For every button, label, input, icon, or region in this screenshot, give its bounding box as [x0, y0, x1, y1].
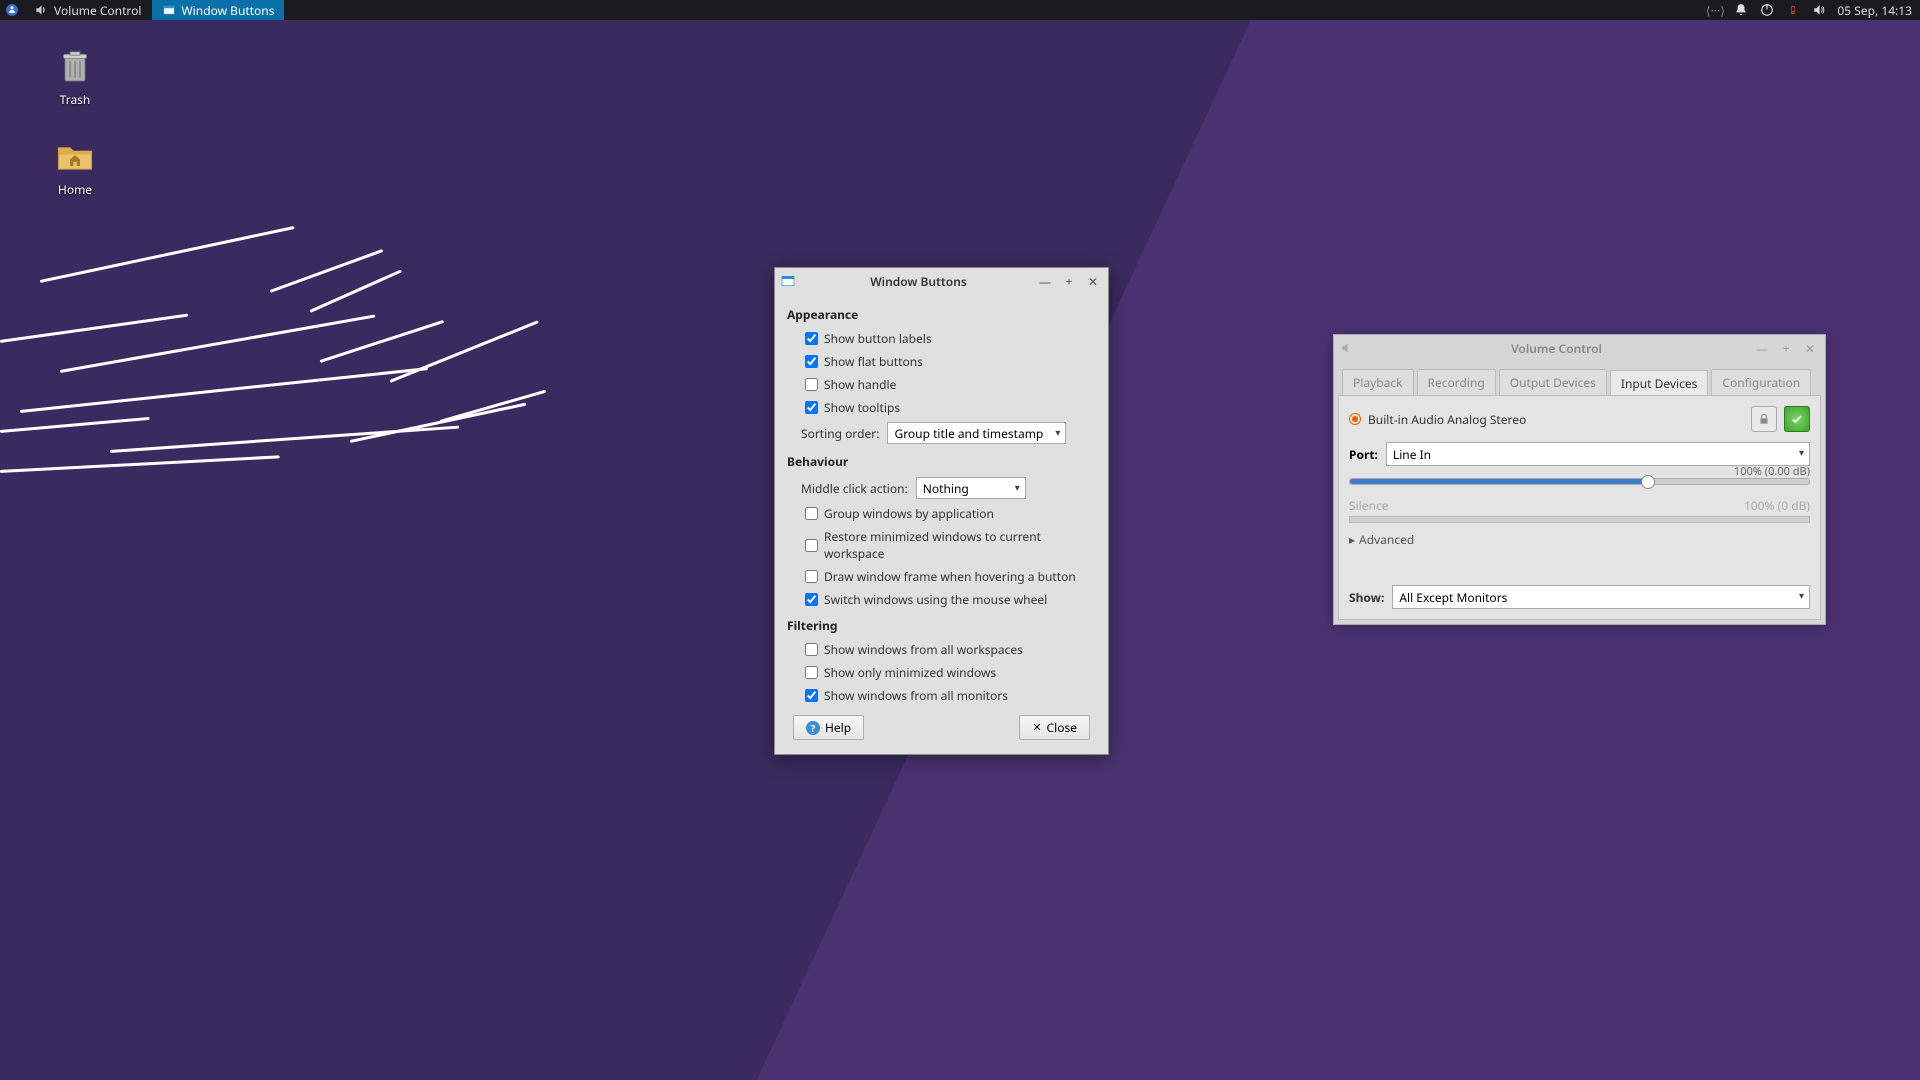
silence-label-right: 100% (0 dB) [1744, 497, 1810, 514]
maximize-button[interactable]: + [1779, 341, 1793, 355]
port-label: Port: [1349, 446, 1378, 463]
speaker-icon [34, 3, 48, 17]
close-window-button[interactable]: ✕ [1086, 274, 1100, 288]
titlebar[interactable]: Window Buttons — + ✕ [775, 268, 1108, 294]
close-button[interactable]: ✕ Close [1019, 715, 1090, 740]
desktop-icon-home[interactable]: Home [30, 135, 120, 198]
set-default-button[interactable] [1784, 406, 1810, 432]
checkbox-show-handle[interactable]: Show handle [805, 373, 1096, 396]
checkbox-show-tooltips[interactable]: Show tooltips [805, 396, 1096, 419]
volume-tray-icon[interactable] [1811, 2, 1827, 18]
volume-readout: 100% (0.00 dB) [1734, 464, 1810, 479]
window-title: Window Buttons [803, 273, 1034, 290]
start-menu-button[interactable] [0, 0, 24, 20]
titlebar[interactable]: Volume Control — + ✕ [1334, 335, 1825, 361]
checkbox-all-monitors[interactable]: Show windows from all monitors [805, 684, 1096, 707]
speaker-icon [1338, 339, 1356, 357]
battery-warning-icon[interactable] [1785, 2, 1801, 18]
level-meter [1349, 516, 1810, 523]
middle-click-select[interactable]: Nothing [916, 477, 1026, 499]
port-select[interactable]: Line In [1386, 442, 1810, 466]
minimize-button[interactable]: — [1755, 341, 1769, 355]
section-heading-filtering: Filtering [787, 617, 1096, 634]
minimize-button[interactable]: — [1038, 274, 1052, 288]
tab-configuration[interactable]: Configuration [1711, 369, 1811, 395]
tab-recording[interactable]: Recording [1417, 369, 1496, 395]
sorting-order-label: Sorting order: [801, 425, 879, 442]
advanced-expander[interactable]: ▸ Advanced [1349, 531, 1810, 548]
show-label: Show: [1349, 589, 1384, 606]
device-name: Built-in Audio Analog Stereo [1368, 411, 1744, 428]
section-heading-appearance: Appearance [787, 306, 1096, 323]
maximize-button[interactable]: + [1062, 274, 1076, 288]
show-select[interactable]: All Except Monitors [1392, 585, 1810, 609]
help-button[interactable]: ? Help [793, 715, 864, 740]
checkbox-restore-minimized[interactable]: Restore minimized windows to current wor… [805, 525, 1096, 565]
window-title: Volume Control [1362, 340, 1751, 357]
desktop-icon-label: Trash [30, 91, 120, 108]
checkbox-draw-frame-hover[interactable]: Draw window frame when hovering a button [805, 565, 1096, 588]
lock-icon [1757, 412, 1771, 426]
checkbox-all-workspaces[interactable]: Show windows from all workspaces [805, 638, 1096, 661]
check-icon [1790, 412, 1804, 426]
top-panel: Volume Control Window Buttons ⟨···⟩ 05 S… [0, 0, 1920, 20]
help-icon: ? [806, 721, 820, 735]
window-icon [779, 272, 797, 290]
tab-playback[interactable]: Playback [1342, 369, 1414, 395]
checkbox-only-minimized[interactable]: Show only minimized windows [805, 661, 1096, 684]
section-heading-behaviour: Behaviour [787, 453, 1096, 470]
desktop-icon-label: Home [30, 181, 120, 198]
lock-channels-button[interactable] [1751, 406, 1777, 432]
sorting-order-select[interactable]: Group title and timestamp [887, 422, 1066, 444]
checkbox-show-flat-buttons[interactable]: Show flat buttons [805, 350, 1096, 373]
power-icon[interactable] [1759, 2, 1775, 18]
volume-slider[interactable] [1349, 478, 1810, 485]
desktop-icon-trash[interactable]: Trash [30, 45, 120, 108]
taskbar-item-volume-control[interactable]: Volume Control [24, 0, 152, 20]
taskbar-item-window-buttons[interactable]: Window Buttons [152, 0, 285, 20]
silence-label-left: Silence [1349, 497, 1389, 514]
trash-icon [54, 45, 96, 87]
middle-click-label: Middle click action: [801, 480, 908, 497]
chevron-right-icon: ▸ [1349, 531, 1355, 548]
panel-clock[interactable]: 05 Sep, 14:13 [1837, 2, 1912, 19]
checkbox-switch-mouse-wheel[interactable]: Switch windows using the mouse wheel [805, 588, 1096, 611]
tab-input-devices[interactable]: Input Devices [1610, 370, 1709, 396]
taskbar-item-label: Window Buttons [182, 2, 275, 19]
home-folder-icon [54, 135, 96, 177]
close-window-button[interactable]: ✕ [1803, 341, 1817, 355]
device-radio[interactable] [1349, 413, 1361, 425]
volume-control-dialog: Volume Control — + ✕ Playback Recording … [1333, 334, 1826, 625]
taskbar-item-label: Volume Control [54, 2, 142, 19]
close-icon: ✕ [1032, 720, 1041, 735]
checkbox-group-by-application[interactable]: Group windows by application [805, 502, 1096, 525]
window-icon [162, 3, 176, 17]
notification-bell-icon[interactable] [1733, 2, 1749, 18]
tray-ellipsis-icon[interactable]: ⟨···⟩ [1707, 2, 1723, 18]
checkbox-show-button-labels[interactable]: Show button labels [805, 327, 1096, 350]
window-buttons-dialog: Window Buttons — + ✕ Appearance Show but… [774, 267, 1109, 755]
tab-output-devices[interactable]: Output Devices [1499, 369, 1607, 395]
